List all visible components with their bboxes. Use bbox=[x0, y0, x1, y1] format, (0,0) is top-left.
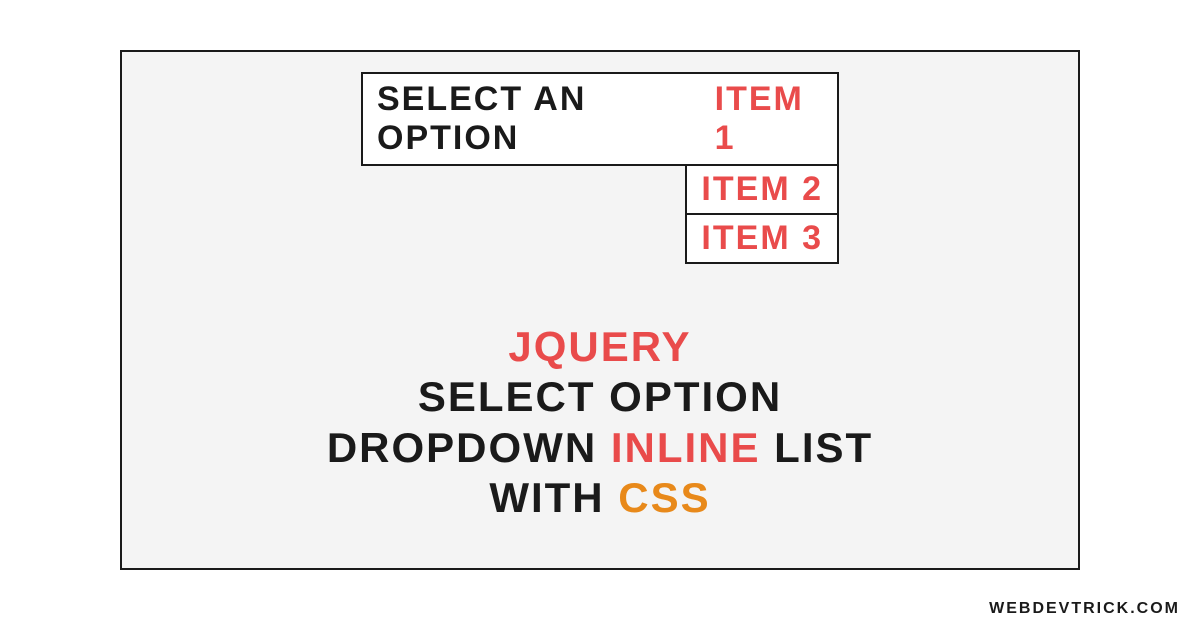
dropdown-demo: SELECT AN OPTION ITEM 1 ITEM 2 ITEM 3 bbox=[361, 72, 839, 264]
dropdown-item-3[interactable]: ITEM 3 bbox=[685, 215, 839, 264]
headline-block: JQUERY SELECT OPTION DROPDOWN INLINE LIS… bbox=[122, 322, 1078, 524]
headline-line-1: JQUERY bbox=[122, 322, 1078, 372]
dropdown-label: SELECT AN OPTION bbox=[377, 80, 701, 158]
headline-word-dropdown: DROPDOWN bbox=[327, 424, 597, 471]
headline-word-list: LIST bbox=[774, 424, 873, 471]
headline-word-select-option: SELECT OPTION bbox=[418, 373, 782, 420]
dropdown-header[interactable]: SELECT AN OPTION ITEM 1 bbox=[361, 72, 839, 166]
headline-word-inline: INLINE bbox=[611, 424, 761, 471]
headline-line-3: DROPDOWN INLINE LIST bbox=[122, 423, 1078, 473]
headline-word-css: CSS bbox=[618, 474, 710, 521]
headline-word-with: WITH bbox=[489, 474, 604, 521]
headline-line-2: SELECT OPTION bbox=[122, 372, 1078, 422]
dropdown-item-2[interactable]: ITEM 2 bbox=[685, 166, 839, 215]
headline-line-4: WITH CSS bbox=[122, 473, 1078, 523]
headline-word-jquery: JQUERY bbox=[508, 323, 691, 370]
watermark: WEBDEVTRICK.COM bbox=[989, 600, 1180, 618]
demo-card: SELECT AN OPTION ITEM 1 ITEM 2 ITEM 3 JQ… bbox=[120, 50, 1080, 570]
dropdown-item-1[interactable]: ITEM 1 bbox=[715, 80, 823, 158]
dropdown-items-list: ITEM 2 ITEM 3 bbox=[685, 166, 839, 264]
